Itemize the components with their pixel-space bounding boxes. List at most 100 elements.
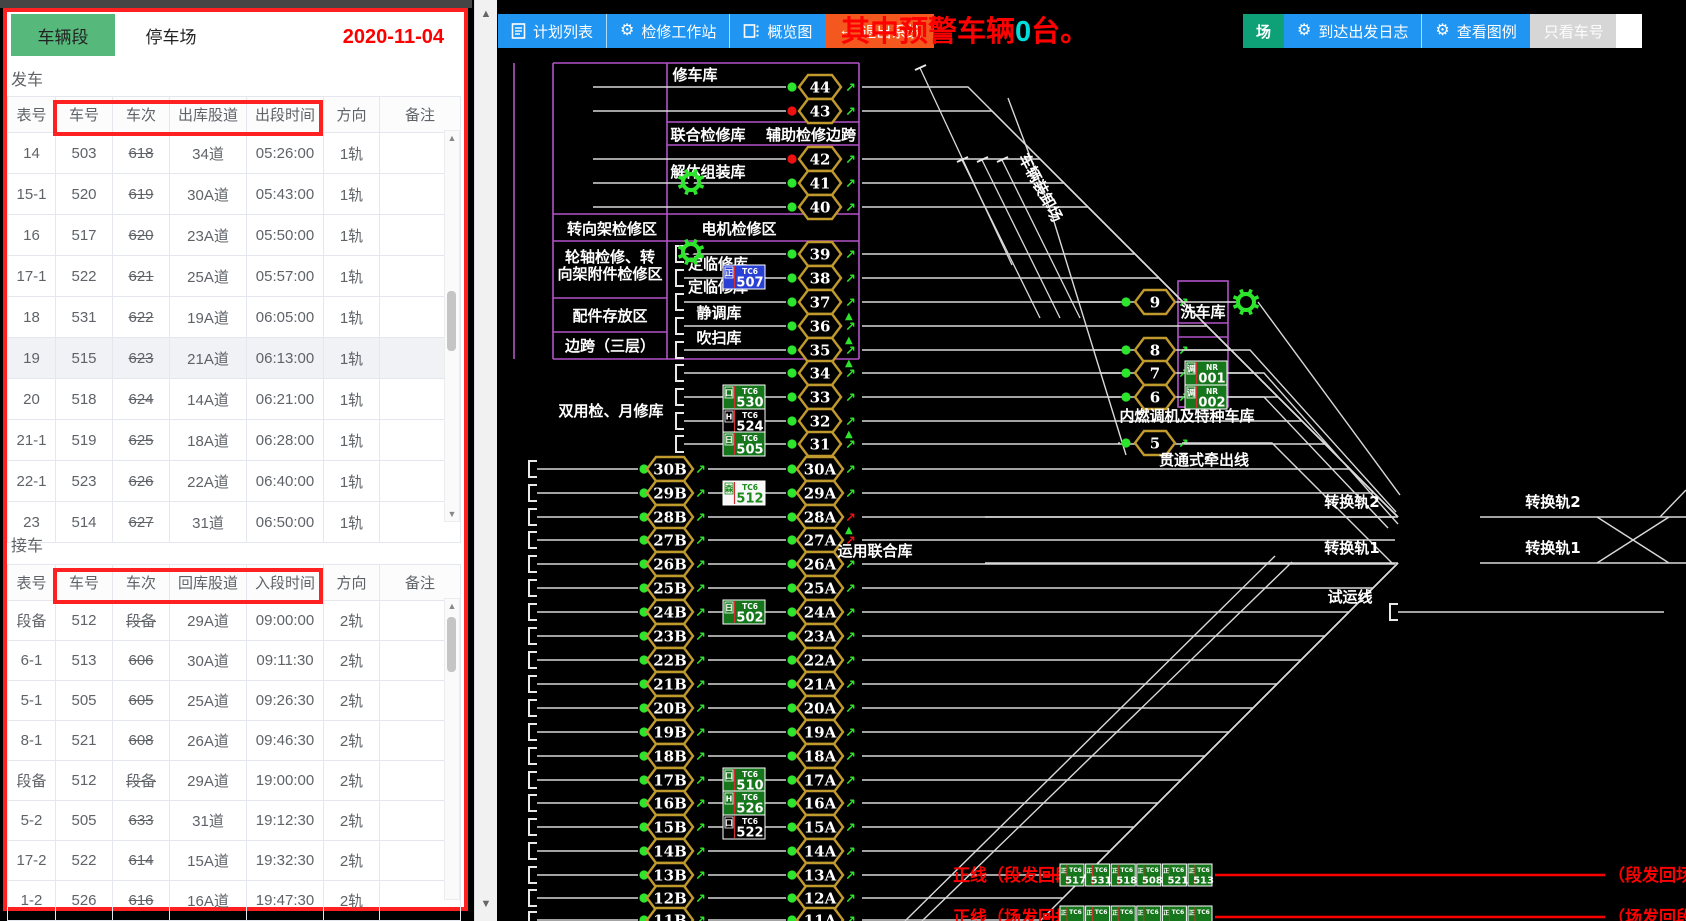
track-badge-14A[interactable]: 14A bbox=[797, 839, 843, 863]
track-badge-29A[interactable]: 29A bbox=[797, 481, 843, 505]
track-badge-36[interactable]: 36 bbox=[799, 314, 841, 338]
scroll-down-icon[interactable]: ▼ bbox=[475, 898, 497, 910]
train-badge-002[interactable]: 调NR002 bbox=[1185, 385, 1227, 411]
track-badge-6[interactable]: 6 bbox=[1135, 385, 1175, 409]
track-badge-19B[interactable]: 19B bbox=[647, 720, 693, 744]
track-badge-26B[interactable]: 26B bbox=[647, 552, 693, 576]
track-badge-22B[interactable]: 22B bbox=[647, 648, 693, 672]
view-legend-button[interactable]: ⚙ 查看图例 bbox=[1422, 14, 1529, 48]
track-badge-26A[interactable]: 26A bbox=[797, 552, 843, 576]
track-badge-20B[interactable]: 20B bbox=[647, 696, 693, 720]
train-badge-505[interactable]: 日TC6505 bbox=[723, 432, 765, 458]
track-badge-35[interactable]: 35 bbox=[799, 338, 841, 362]
departure-table-scrollbar[interactable]: ▲ ▼ bbox=[444, 130, 460, 522]
track-badge-15B[interactable]: 15B bbox=[647, 815, 693, 839]
tab-parking-yard[interactable]: 停车场 bbox=[115, 14, 227, 56]
track-badge-27A[interactable]: 27A bbox=[797, 528, 843, 552]
table-row[interactable]: 22-152362622A道06:40:001轨 bbox=[8, 461, 461, 502]
track-badge-8[interactable]: 8 bbox=[1135, 338, 1175, 362]
table-row[interactable]: 17-252261415A道19:32:302轨 bbox=[8, 841, 461, 881]
table-row[interactable]: 2051862414A道06:21:001轨 bbox=[8, 379, 461, 420]
track-badge-21A[interactable]: 21A bbox=[797, 672, 843, 696]
train-badge-510[interactable]: 口TC6510 bbox=[723, 768, 765, 794]
train-badge-507[interactable]: 正TC6507 bbox=[723, 265, 765, 291]
track-badge-20A[interactable]: 20A bbox=[797, 696, 843, 720]
mainline-train-badge[interactable]: 正TC6 bbox=[1137, 906, 1161, 921]
mainline-train-badge[interactable]: 正TC6 bbox=[1162, 906, 1186, 921]
track-badge-21B[interactable]: 21B bbox=[647, 672, 693, 696]
mainline-train-badge[interactable]: 正TC6521 bbox=[1162, 864, 1188, 887]
track-badge-16A[interactable]: 16A bbox=[797, 791, 843, 815]
track-badge-22A[interactable]: 22A bbox=[797, 648, 843, 672]
track-badge-12A[interactable]: 12A bbox=[797, 886, 843, 910]
track-badge-18B[interactable]: 18B bbox=[647, 744, 693, 768]
track-badge-18A[interactable]: 18A bbox=[797, 744, 843, 768]
train-badge-001[interactable]: 调NR001 bbox=[1185, 361, 1227, 387]
track-badge-12B[interactable]: 12B bbox=[647, 886, 693, 910]
track-badge-27B[interactable]: 27B bbox=[647, 528, 693, 552]
track-badge-13B[interactable]: 13B bbox=[647, 863, 693, 887]
track-badge-31[interactable]: 31 bbox=[799, 432, 841, 456]
mainline-train-badge[interactable]: 正TC6 bbox=[1060, 906, 1084, 921]
table-row[interactable]: 5-250563331道19:12:302轨 bbox=[8, 801, 461, 841]
table-row[interactable]: 2351462731道06:50:001轨 bbox=[8, 502, 461, 543]
train-badge-526[interactable]: HTC6526 bbox=[723, 791, 765, 817]
track-badge-24B[interactable]: 24B bbox=[647, 600, 693, 624]
track-badge-28B[interactable]: 28B bbox=[647, 505, 693, 529]
track-badge-25A[interactable]: 25A bbox=[797, 576, 843, 600]
scroll-down-icon[interactable]: ▼ bbox=[445, 507, 459, 521]
table-row[interactable]: 1-252661616A道19:47:302轨 bbox=[8, 881, 461, 921]
only-car-number-toggle[interactable]: 只看车号 bbox=[1530, 14, 1642, 48]
field-button[interactable]: 场 bbox=[1243, 14, 1284, 48]
track-badge-9[interactable]: 9 bbox=[1135, 290, 1175, 314]
arrival-table-scrollbar[interactable]: ▲ bbox=[444, 598, 460, 900]
overview-map-button[interactable]: 概览图 bbox=[730, 14, 825, 48]
table-row[interactable]: 1450361834道05:26:001轨 bbox=[8, 133, 461, 174]
track-badge-34[interactable]: 34 bbox=[799, 361, 841, 385]
track-badge-44[interactable]: 44 bbox=[799, 75, 841, 99]
train-badge-512[interactable]: 森TC6512 bbox=[723, 481, 765, 507]
track-badge-17B[interactable]: 17B bbox=[647, 768, 693, 792]
track-badge-19A[interactable]: 19A bbox=[797, 720, 843, 744]
track-badge-38[interactable]: 38 bbox=[799, 266, 841, 290]
track-badge-11B[interactable]: 11B bbox=[647, 908, 693, 921]
table-row[interactable]: 1951562321A道06:13:001轨 bbox=[8, 338, 461, 379]
mainline-train-badge[interactable]: 正TC6508 bbox=[1137, 864, 1163, 887]
train-badge-530[interactable]: 口TC6530 bbox=[723, 385, 765, 411]
track-badge-29B[interactable]: 29B bbox=[647, 481, 693, 505]
track-badge-28A[interactable]: 28A bbox=[797, 505, 843, 529]
track-badge-40[interactable]: 40 bbox=[799, 195, 841, 219]
table-row[interactable]: 1651762023A道05:50:001轨 bbox=[8, 215, 461, 256]
track-badge-43[interactable]: 43 bbox=[799, 99, 841, 123]
track-badge-25B[interactable]: 25B bbox=[647, 576, 693, 600]
track-badge-16B[interactable]: 16B bbox=[647, 791, 693, 815]
scrollbar-thumb[interactable] bbox=[447, 291, 456, 351]
table-row[interactable]: 8-152160826A道09:46:302轨 bbox=[8, 721, 461, 761]
track-badge-15A[interactable]: 15A bbox=[797, 815, 843, 839]
train-badge-524[interactable]: HTC6524 bbox=[723, 409, 765, 435]
track-badge-24A[interactable]: 24A bbox=[797, 600, 843, 624]
mainline-train-badge[interactable]: 正TC6 bbox=[1188, 906, 1212, 921]
track-badge-13A[interactable]: 13A bbox=[797, 863, 843, 887]
table-row[interactable]: 15-152061930A道05:43:001轨 bbox=[8, 174, 461, 215]
scroll-up-icon[interactable]: ▲ bbox=[445, 599, 459, 613]
toggle-knob[interactable] bbox=[1616, 14, 1642, 48]
tab-depot[interactable]: 车辆段 bbox=[11, 14, 115, 56]
maintenance-workstation-button[interactable]: ⚙ 检修工作站 bbox=[607, 14, 730, 48]
track-badge-30A[interactable]: 30A bbox=[797, 457, 843, 481]
track-badge-17A[interactable]: 17A bbox=[797, 768, 843, 792]
mainline-train-badge[interactable]: 正TC6518 bbox=[1111, 864, 1137, 887]
mainline-train-badge[interactable]: 正TC6517 bbox=[1060, 864, 1086, 887]
table-row[interactable]: 17-152262125A道05:57:001轨 bbox=[8, 256, 461, 297]
table-row[interactable]: 段备512段备29A道19:00:002轨 bbox=[8, 761, 461, 801]
mainline-train-badge[interactable]: 正TC6 bbox=[1086, 906, 1110, 921]
table-row[interactable]: 5-150560525A道09:26:302轨 bbox=[8, 681, 461, 721]
track-badge-39[interactable]: 39 bbox=[799, 242, 841, 266]
track-badge-7[interactable]: 7 bbox=[1135, 361, 1175, 385]
mainline-train-badge[interactable]: 正TC6 bbox=[1111, 906, 1135, 921]
arrival-departure-log-button[interactable]: ⚙ 到达出发日志 bbox=[1284, 14, 1422, 48]
scroll-up-icon[interactable]: ▲ bbox=[475, 8, 497, 20]
track-badge-41[interactable]: 41 bbox=[799, 171, 841, 195]
panel-scrollbar[interactable]: ▲ ▼ bbox=[474, 0, 497, 921]
mainline-train-badge[interactable]: 正TC6531 bbox=[1086, 864, 1112, 887]
